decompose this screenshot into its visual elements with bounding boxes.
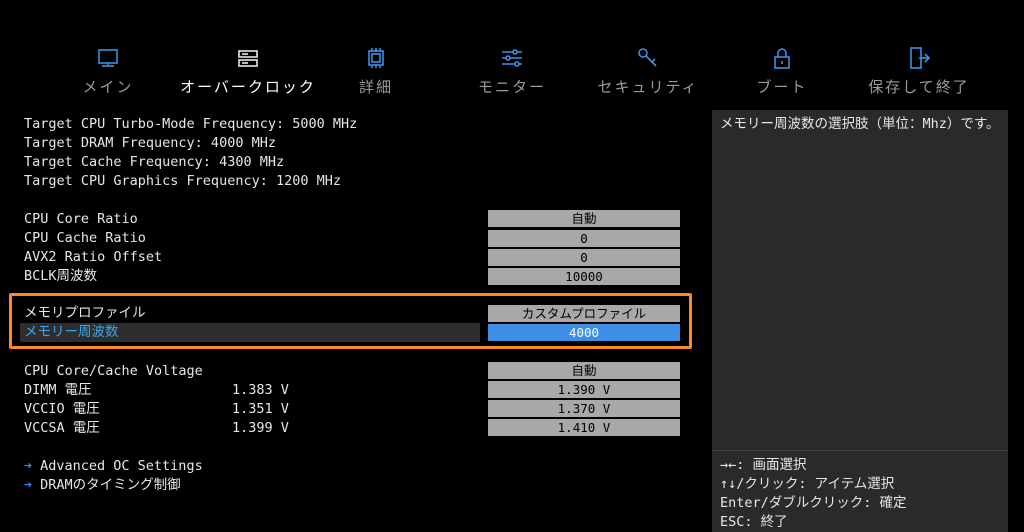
vccsa-voltage-current: 1.399 V [232, 420, 289, 436]
key-legend-item: ↑↓/クリック: アイテム選択 [720, 476, 895, 492]
tab-security[interactable]: セキュリティ [578, 44, 718, 97]
bclk-frequency-label: BCLK周波数 [24, 268, 98, 284]
avx2-ratio-offset-value[interactable]: 0 [488, 249, 680, 266]
vccsa-voltage-value[interactable]: 1.410 V [488, 419, 680, 436]
tab-save-exit[interactable]: 保存して終了 [849, 44, 989, 97]
help-panel: メモリー周波数の選択肢（単位：Mhz）です。 →←: 画面選択 ↑↓/クリック:… [712, 110, 1008, 532]
key-icon [578, 44, 718, 72]
dimm-voltage-value[interactable]: 1.390 V [488, 381, 680, 398]
sliders-icon [442, 44, 582, 72]
avx2-ratio-offset-label: AVX2 Ratio Offset [24, 249, 163, 265]
memory-profile-label: メモリプロファイル [24, 305, 146, 321]
settings-panel: Target CPU Turbo-Mode Frequency: 5000 MH… [0, 110, 705, 532]
key-legend: →←: 画面選択 ↑↓/クリック: アイテム選択 Enter/ダブルクリック: … [720, 456, 907, 532]
link-label: DRAMのタイミング制御 [40, 477, 181, 493]
key-legend-item: Enter/ダブルクリック: 確定 [720, 495, 907, 511]
dram-timing-control-link[interactable]: ➔ DRAMのタイミング制御 [24, 476, 181, 495]
tab-overclock[interactable]: オーバークロック [178, 44, 318, 97]
vccio-voltage-label: VCCIO 電圧 [24, 401, 100, 417]
chip-icon [306, 44, 446, 72]
advanced-oc-settings-link[interactable]: ➔ Advanced OC Settings [24, 457, 203, 476]
top-navigation: メイン オーバークロック 詳細 モニター セキュリティ ブート 保存して終了 [0, 0, 1024, 110]
key-legend-item: →←: 画面選択 [720, 457, 807, 473]
tab-boot[interactable]: ブート [712, 44, 852, 97]
cpu-core-ratio-label: CPU Core Ratio [24, 211, 138, 227]
cpu-core-ratio-value[interactable]: 自動 [488, 210, 680, 227]
main-icon [38, 44, 178, 72]
target-dram-frequency: Target DRAM Frequency: 4000 MHz [24, 135, 276, 151]
lock-icon [712, 44, 852, 72]
exit-door-icon [849, 44, 989, 72]
help-divider [712, 450, 1008, 451]
tab-main[interactable]: メイン [38, 44, 178, 97]
bclk-frequency-value[interactable]: 10000 [488, 268, 680, 285]
cpu-core-cache-voltage-label: CPU Core/Cache Voltage [24, 363, 203, 379]
cpu-cache-ratio-label: CPU Cache Ratio [24, 230, 146, 246]
cpu-cache-ratio-value[interactable]: 0 [488, 230, 680, 247]
arrow-right-icon: ➔ [24, 458, 33, 474]
link-label: Advanced OC Settings [40, 458, 203, 474]
dimm-voltage-current: 1.383 V [232, 382, 289, 398]
key-legend-item: ESC: 終了 [720, 514, 788, 530]
overclock-icon [178, 44, 318, 72]
vccio-voltage-current: 1.351 V [232, 401, 289, 417]
vccio-voltage-value[interactable]: 1.370 V [488, 400, 680, 417]
tab-monitor[interactable]: モニター [442, 44, 582, 97]
vccsa-voltage-label: VCCSA 電圧 [24, 420, 100, 436]
target-cache-frequency: Target Cache Frequency: 4300 MHz [24, 154, 285, 170]
memory-frequency-value[interactable]: 4000 [488, 324, 680, 341]
tab-advanced[interactable]: 詳細 [306, 44, 446, 97]
memory-profile-value[interactable]: カスタムプロファイル [488, 305, 680, 322]
dimm-voltage-label: DIMM 電圧 [24, 382, 92, 398]
arrow-right-icon: ➔ [24, 477, 33, 493]
cpu-core-cache-voltage-value[interactable]: 自動 [488, 362, 680, 379]
target-cpu-turbo-frequency: Target CPU Turbo-Mode Frequency: 5000 MH… [24, 116, 358, 132]
memory-frequency-label[interactable]: メモリー周波数 [24, 323, 119, 342]
help-description: メモリー周波数の選択肢（単位：Mhz）です。 [720, 116, 1000, 132]
target-cpu-graphics-frequency: Target CPU Graphics Frequency: 1200 MHz [24, 173, 341, 189]
